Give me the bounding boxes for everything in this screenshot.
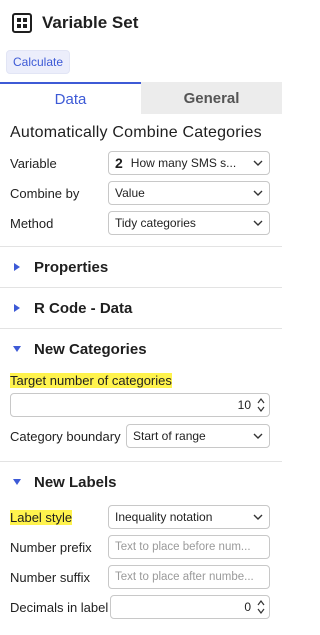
properties-title: Properties bbox=[34, 258, 109, 276]
number-suffix-label: Number suffix bbox=[10, 569, 90, 585]
combine-by-select[interactable]: Value bbox=[108, 181, 270, 205]
number-suffix-input[interactable]: Text to place after numbe... bbox=[108, 565, 270, 589]
number-prefix-label: Number prefix bbox=[10, 539, 92, 555]
combine-by-value: Value bbox=[115, 186, 145, 200]
tab-general[interactable]: General bbox=[141, 82, 282, 114]
r-code-title: R Code - Data bbox=[34, 299, 133, 317]
target-number-value: 10 bbox=[237, 398, 251, 412]
r-code-section-header[interactable]: R Code - Data bbox=[0, 288, 282, 328]
caret-down-icon bbox=[13, 346, 21, 352]
properties-section-header[interactable]: Properties bbox=[0, 247, 282, 287]
variable-select[interactable]: 2 How many SMS s... bbox=[108, 151, 270, 175]
decimals-value: 0 bbox=[244, 600, 251, 614]
variable-number-badge: 2 bbox=[115, 155, 123, 171]
chevron-down-icon bbox=[253, 160, 263, 166]
category-boundary-select[interactable]: Start of range bbox=[126, 424, 270, 448]
spinner-arrows-icon[interactable] bbox=[257, 397, 265, 413]
new-labels-title: New Labels bbox=[34, 473, 117, 491]
chevron-down-icon bbox=[253, 220, 263, 226]
number-prefix-input[interactable]: Text to place before num... bbox=[108, 535, 270, 559]
new-categories-title: New Categories bbox=[34, 340, 147, 358]
target-label-row: Target number of categories bbox=[0, 369, 282, 391]
method-value: Tidy categories bbox=[115, 216, 196, 230]
chevron-down-icon bbox=[253, 514, 263, 520]
tab-bar: Data General bbox=[0, 82, 282, 114]
method-select[interactable]: Tidy categories bbox=[108, 211, 270, 235]
spinner-arrows-icon[interactable] bbox=[257, 599, 265, 615]
new-categories-section-header[interactable]: New Categories bbox=[0, 329, 282, 369]
variable-row: Variable 2 How many SMS s... bbox=[0, 148, 282, 178]
category-boundary-value: Start of range bbox=[133, 429, 206, 443]
target-number-label: Target number of categories bbox=[10, 372, 172, 388]
variable-label: Variable bbox=[10, 155, 57, 171]
target-number-spinner[interactable]: 10 bbox=[10, 393, 270, 417]
category-boundary-row: Category boundary Start of range bbox=[0, 421, 282, 451]
grid-icon bbox=[12, 13, 32, 33]
combine-by-row: Combine by Value bbox=[0, 178, 282, 208]
section-title: Automatically Combine Categories bbox=[10, 124, 262, 141]
method-row: Method Tidy categories bbox=[0, 208, 282, 238]
calculate-button[interactable]: Calculate bbox=[6, 50, 71, 74]
header: Variable Set bbox=[0, 0, 282, 46]
method-label: Method bbox=[10, 215, 54, 231]
label-style-select[interactable]: Inequality notation bbox=[108, 505, 270, 529]
chevron-down-icon bbox=[253, 433, 263, 439]
decimals-spinner[interactable]: 0 bbox=[110, 595, 270, 619]
caret-right-icon bbox=[14, 263, 20, 271]
chevron-down-icon bbox=[253, 190, 263, 196]
page-title: Variable Set bbox=[42, 13, 139, 32]
toolbar: Calculate bbox=[0, 46, 282, 78]
tab-data[interactable]: Data bbox=[0, 82, 141, 114]
decimals-label: Decimals in label bbox=[10, 599, 109, 615]
caret-down-icon bbox=[13, 479, 21, 485]
number-suffix-row: Number suffix Text to place after numbe.… bbox=[0, 562, 282, 592]
label-style-row: Label style Inequality notation bbox=[0, 502, 282, 532]
decimals-row: Decimals in label 0 bbox=[0, 592, 282, 622]
new-labels-section-header[interactable]: New Labels bbox=[0, 462, 282, 502]
category-boundary-label: Category boundary bbox=[10, 428, 121, 444]
label-style-value: Inequality notation bbox=[115, 510, 213, 524]
label-style-label: Label style bbox=[10, 509, 73, 525]
variable-select-value: How many SMS s... bbox=[130, 156, 237, 170]
number-prefix-row: Number prefix Text to place before num..… bbox=[0, 532, 282, 562]
caret-right-icon bbox=[14, 304, 20, 312]
combine-by-label: Combine by bbox=[10, 185, 80, 201]
